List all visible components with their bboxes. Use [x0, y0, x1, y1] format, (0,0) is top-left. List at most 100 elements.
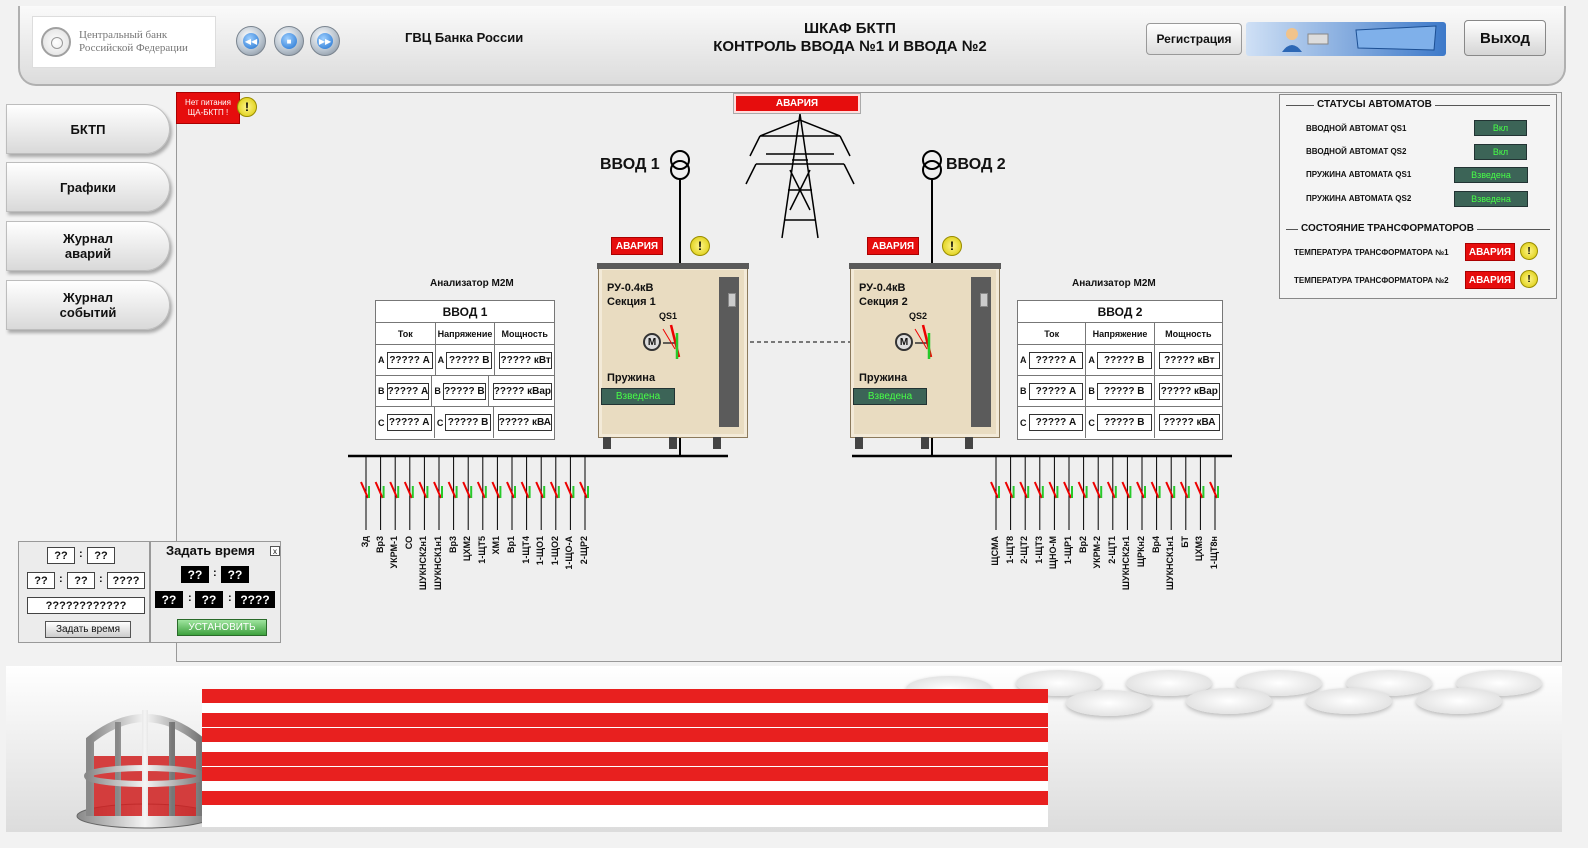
user-icon [1282, 25, 1437, 52]
spring-label: Пружина [859, 372, 908, 384]
table-row: A????? А A????? В ????? кВт [376, 345, 554, 376]
phase-label: A [437, 355, 445, 365]
door-handle-icon [728, 293, 736, 307]
no-power-line1: Нет питания [185, 98, 231, 107]
breaker-qs1-icon [662, 324, 681, 359]
trans2-warning-icon: ! [1520, 270, 1538, 288]
feeder-label: 1-ЩО1 [535, 536, 546, 566]
nav-event-log[interactable]: Журнал событий [6, 280, 170, 330]
register-button[interactable]: Регистрация [1146, 23, 1242, 55]
feeder-breaker-icon [1209, 481, 1218, 499]
clock-minute: ?? [87, 547, 115, 564]
feeder-label: 1-ЩО2 [549, 536, 560, 566]
feeder-breaker-icon [1077, 481, 1087, 499]
feeder-breaker-icon [1019, 481, 1029, 499]
feeder-label: ЦХМ3 [1194, 536, 1205, 562]
feeder-breaker-icon [1194, 481, 1204, 499]
cabinet2-line2: Секция 2 [859, 296, 908, 308]
status-label: ПРУЖИНА АВТОМАТА QS2 [1306, 194, 1412, 203]
user-panel[interactable] [1246, 22, 1446, 56]
phase-label: B [378, 386, 385, 396]
phase-label: C [1020, 417, 1027, 428]
no-power-alert[interactable]: Нет питания ЩА-БКТП ! [176, 92, 240, 124]
close-icon[interactable]: x [270, 546, 280, 556]
set-hour[interactable]: ?? [181, 566, 209, 583]
nav-alarm-log[interactable]: Журнал аварий [6, 221, 170, 271]
table-row: B????? А B????? В ????? кВар [376, 376, 554, 407]
feeder-label: ХМ1 [491, 536, 502, 555]
analyzer1-table: ВВОД 1 Ток Напряжение Мощность A????? А … [375, 300, 555, 440]
apply-time-button[interactable]: УСТАНОВИТЬ [177, 619, 267, 636]
set-year[interactable]: ???? [235, 591, 275, 608]
spring-label: Пружина [607, 372, 656, 384]
feeder-breaker-icon [1033, 481, 1043, 499]
scada-window: Центральный банк Российской Федерации ◀◀… [0, 0, 1588, 848]
feeder-label: 1-ЩТ4 [520, 536, 531, 564]
set-time-open-button[interactable]: Задать время [45, 621, 131, 638]
clock-year: ???? [107, 572, 145, 589]
trans2-alarm[interactable]: АВАРИЯ [1465, 271, 1515, 289]
nav-charts[interactable]: Графики [6, 162, 170, 212]
phase-label: B [434, 386, 441, 396]
alarm-siren-icon [76, 710, 214, 829]
table-row: B????? А B????? В ????? кВар [1018, 376, 1222, 407]
feeder-breaker-icon [462, 481, 472, 499]
power-value: ????? кВА [1158, 414, 1220, 431]
trans-section-title: СОСТОЯНИЕ ТРАНСФОРМАТОРОВ [1298, 223, 1477, 234]
feeder-breaker-icon [1136, 481, 1145, 499]
feeder-label: СО [403, 536, 414, 550]
status-panel: СТАТУСЫ АВТОМАТОВ ВВОДНОЙ АВТОМАТ QS1 Вк… [1279, 94, 1557, 299]
feeder-label: 1-ЩР1 [1063, 536, 1073, 565]
col-voltage: Напряжение [1086, 323, 1155, 344]
status-label: ВВОДНОЙ АВТОМАТ QS1 [1306, 124, 1407, 133]
cabinet-section1[interactable]: РУ-0.4кВ Секция 1 QS1 M Пружина Взведена [597, 263, 749, 449]
nav-bktp-label: БКТП [70, 121, 106, 137]
phase-label: B [1020, 386, 1027, 396]
col-current: Ток [1018, 323, 1087, 344]
nav-alarm-log-label: Журнал аварий [62, 231, 114, 261]
input1-alarm[interactable]: АВАРИЯ [611, 237, 663, 255]
nav-bktp[interactable]: БКТП [6, 104, 170, 154]
input2-alarm[interactable]: АВАРИЯ [867, 237, 919, 255]
feeder-breaker-icon [403, 481, 413, 499]
spring-state: Взведена [853, 388, 927, 405]
set-month[interactable]: ?? [195, 591, 223, 608]
feeder-breaker-icon [374, 481, 384, 499]
status-section-title: СТАТУСЫ АВТОМАТОВ [1314, 99, 1435, 110]
event-log-table [202, 689, 1048, 827]
feeder-breaker-icon [579, 481, 588, 499]
current-value: ????? А [1028, 382, 1084, 400]
feeder-breaker-icon [491, 481, 501, 499]
logo-line1: Центральный банк [79, 29, 168, 41]
back-button[interactable]: ◀◀ [236, 26, 266, 56]
input1-label: ВВОД 1 [600, 156, 660, 173]
table-row: C????? А C????? В ????? кВА [376, 407, 554, 438]
feeder-label: ШУКНСК1н1 [433, 536, 443, 591]
power-value: ????? кВар [1158, 382, 1220, 400]
feeder-label: Вр1 [506, 536, 516, 554]
feeder-label: ЩНО-М [1048, 536, 1059, 570]
status-value: Вкл [1474, 120, 1527, 136]
exit-button[interactable]: Выход [1464, 20, 1546, 56]
trans1-alarm[interactable]: АВАРИЯ [1465, 243, 1515, 261]
cabinet-section2[interactable]: РУ-0.4кВ Секция 2 QS2 M Пружина Взведена [849, 263, 1001, 449]
feeder-label: 1-ЩО-А [564, 536, 575, 570]
voltage-value: ????? В [1096, 382, 1152, 400]
feeder-label: УКРМ-1 [389, 536, 400, 569]
status-value: Взведена [1454, 191, 1528, 207]
breaker-qs2-icon [914, 324, 933, 359]
input1-warning-icon: ! [690, 236, 710, 256]
log-row [202, 689, 1048, 703]
page-subtitle: КОНТРОЛЬ ВВОДА №1 И ВВОДА №2 [713, 38, 987, 55]
voltage-value: ????? В [1096, 351, 1152, 369]
set-day[interactable]: ?? [155, 591, 183, 608]
feeder-breaker-icon [1048, 481, 1058, 499]
stop-button[interactable]: ■ [274, 26, 304, 56]
col-power: Мощность [1165, 328, 1212, 339]
set-minute[interactable]: ?? [221, 566, 249, 583]
feeder-breaker-icon [1004, 481, 1014, 499]
feeder-label: БТ [1179, 536, 1190, 548]
feeder-breaker-icon [990, 481, 999, 499]
voltage-value: ????? В [445, 414, 491, 431]
forward-button[interactable]: ▶▶ [310, 26, 340, 56]
